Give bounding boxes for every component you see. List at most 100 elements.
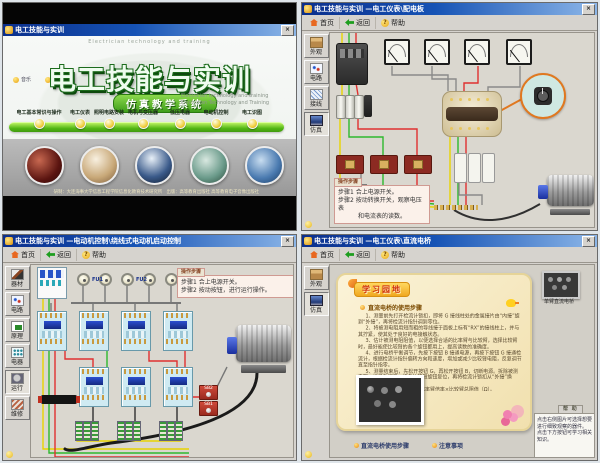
starting-resistor[interactable] [159, 421, 167, 441]
menu-item-drawings[interactable]: 电工识图 [237, 109, 267, 129]
help-button[interactable]: ?帮助 [376, 17, 410, 29]
contactor[interactable] [79, 367, 109, 407]
sidebar-item-circuit[interactable]: 电路 [5, 292, 30, 316]
help-button[interactable]: ?帮助 [77, 249, 111, 261]
help-icon: ? [381, 251, 389, 259]
relay[interactable] [468, 153, 481, 183]
current-transformer[interactable] [370, 155, 398, 174]
contactor[interactable] [79, 311, 109, 351]
terminal-busbar[interactable] [41, 395, 77, 404]
starting-resistor[interactable] [167, 421, 175, 441]
menu-item-motorcontrol[interactable]: 电动机控制 [199, 109, 233, 129]
circuit-breaker[interactable] [336, 43, 368, 85]
music-ball-icon[interactable] [305, 451, 312, 458]
contactor-terminals [166, 339, 190, 344]
back-button[interactable]: 返回 [340, 249, 376, 261]
terminal-strip[interactable] [434, 205, 478, 210]
sidebar-item-appearance[interactable]: 外观 [304, 266, 329, 290]
starting-resistor[interactable] [91, 421, 99, 441]
pushbutton-sb1[interactable]: SB1 [199, 401, 218, 416]
home-button[interactable]: 首页 [305, 17, 340, 29]
starting-resistor[interactable] [117, 421, 125, 441]
close-button[interactable]: × [281, 25, 294, 36]
contactor[interactable] [163, 367, 193, 407]
panel-meter[interactable] [464, 39, 490, 65]
photo-device[interactable] [135, 146, 174, 185]
sidebar-item-circuit[interactable]: 电路 [304, 60, 329, 84]
contactor[interactable] [163, 311, 193, 351]
relay[interactable] [482, 153, 495, 183]
fuse-holder[interactable] [77, 273, 90, 286]
panel-meter[interactable] [384, 39, 410, 65]
titlebar[interactable]: 电工技能与实训 × [3, 24, 296, 36]
sidebar-item-equipment[interactable]: 器材 [5, 266, 30, 290]
close-button[interactable]: × [582, 4, 595, 15]
fuse-holder[interactable] [121, 273, 134, 286]
titlebar[interactable]: 电工技能与实训 —电动机控制\绕线式电动机启动控制 × [3, 235, 296, 247]
current-transformer[interactable] [404, 155, 432, 174]
back-button[interactable]: 返回 [340, 17, 376, 29]
sidebar-item-repair[interactable]: 维修 [5, 396, 30, 420]
starting-resistor[interactable] [125, 421, 133, 441]
starting-resistor[interactable] [175, 421, 183, 441]
current-transformer[interactable] [336, 155, 364, 174]
photo-wires[interactable] [25, 146, 64, 185]
contactor[interactable] [37, 311, 67, 351]
motor-shaft-cap [538, 185, 548, 199]
sidebar-item-simulation[interactable]: 仿真 [304, 112, 329, 136]
circuit-icon [310, 63, 323, 74]
photo-components[interactable] [245, 146, 284, 185]
link-usage-steps[interactable]: 直流电桥使用步骤 [354, 441, 409, 450]
music-ball-icon[interactable] [305, 221, 312, 228]
sidebar-item-simulation[interactable]: 仿真 [304, 292, 329, 316]
starting-resistor[interactable] [83, 421, 91, 441]
back-button[interactable]: 返回 [41, 249, 77, 261]
rotary-changeover-switch[interactable] [442, 91, 502, 137]
simulation-canvas[interactable]: FU1 FU2 SB2 SB1 操作步骤 步骤1 合上电源开关。 步骤2 按动按… [30, 264, 294, 458]
help-button[interactable]: ?帮助 [376, 249, 410, 261]
music-ball-icon[interactable] [6, 451, 13, 458]
sidebar-item-devices[interactable]: 电器 [5, 344, 30, 368]
menu-item-transformer[interactable]: 电机与变压器 [125, 109, 161, 129]
circuit-breaker[interactable] [37, 267, 67, 299]
starting-resistor[interactable] [75, 421, 83, 441]
sidebar-item-principle[interactable]: 原理 [5, 318, 30, 342]
menu-item-basics[interactable]: 电工基本常识与操作 [11, 109, 67, 129]
titlebar[interactable]: 电工技能与实训 —电工仪表\直流电桥 × [302, 235, 597, 247]
home-button[interactable]: 首页 [305, 249, 340, 261]
menu-item-lighting[interactable]: 照明电路安装 [91, 109, 127, 129]
contactor[interactable] [121, 311, 151, 351]
contactor-terminals [124, 313, 148, 318]
titlebar[interactable]: 电工技能与实训 —电工仪表\配电板 × [302, 3, 597, 15]
bridge-photo[interactable] [356, 375, 424, 425]
sidebar-item-run[interactable]: 运行 [5, 370, 30, 394]
sidebar: 器材 电路 原理 电器 运行 维修 [4, 264, 30, 422]
home-button[interactable]: 首页 [6, 249, 41, 261]
panel-meter[interactable] [424, 39, 450, 65]
fuse-dark[interactable] [364, 95, 372, 117]
menu-item-lowvoltage[interactable]: 低压电器 [165, 109, 195, 129]
panel-meter[interactable] [506, 39, 532, 65]
component-thumbnail[interactable] [542, 271, 580, 299]
photo-motor[interactable] [190, 146, 229, 185]
pushbutton-sb2[interactable]: SB2 [199, 385, 218, 400]
tools-icon [11, 269, 24, 280]
home-icon [310, 19, 318, 26]
simulation-canvas[interactable]: 操作步骤 步骤1 合上电源开关。 步骤2 按动转换开关，观察电压表 和电流表的读… [329, 32, 595, 228]
contactor[interactable] [121, 367, 151, 407]
home-icon [310, 251, 318, 258]
sidebar-item-wiring[interactable]: 接线 [304, 86, 329, 110]
thumbnail-knobs [548, 277, 553, 282]
window-title: 电工技能与实训 —电动机控制\绕线式电动机启动控制 [15, 236, 181, 246]
starting-resistor[interactable] [133, 421, 141, 441]
sidebar-label: 接线 [305, 101, 328, 108]
relay[interactable] [454, 153, 467, 183]
link-precautions[interactable]: 注意事项 [432, 441, 463, 450]
sidebar-item-appearance[interactable]: 外观 [304, 34, 329, 58]
photo-meter[interactable] [80, 146, 119, 185]
close-button[interactable]: × [582, 236, 595, 247]
fuse[interactable] [354, 95, 364, 119]
motor[interactable] [227, 325, 291, 373]
close-button[interactable]: × [281, 236, 294, 247]
motor[interactable] [538, 175, 594, 215]
